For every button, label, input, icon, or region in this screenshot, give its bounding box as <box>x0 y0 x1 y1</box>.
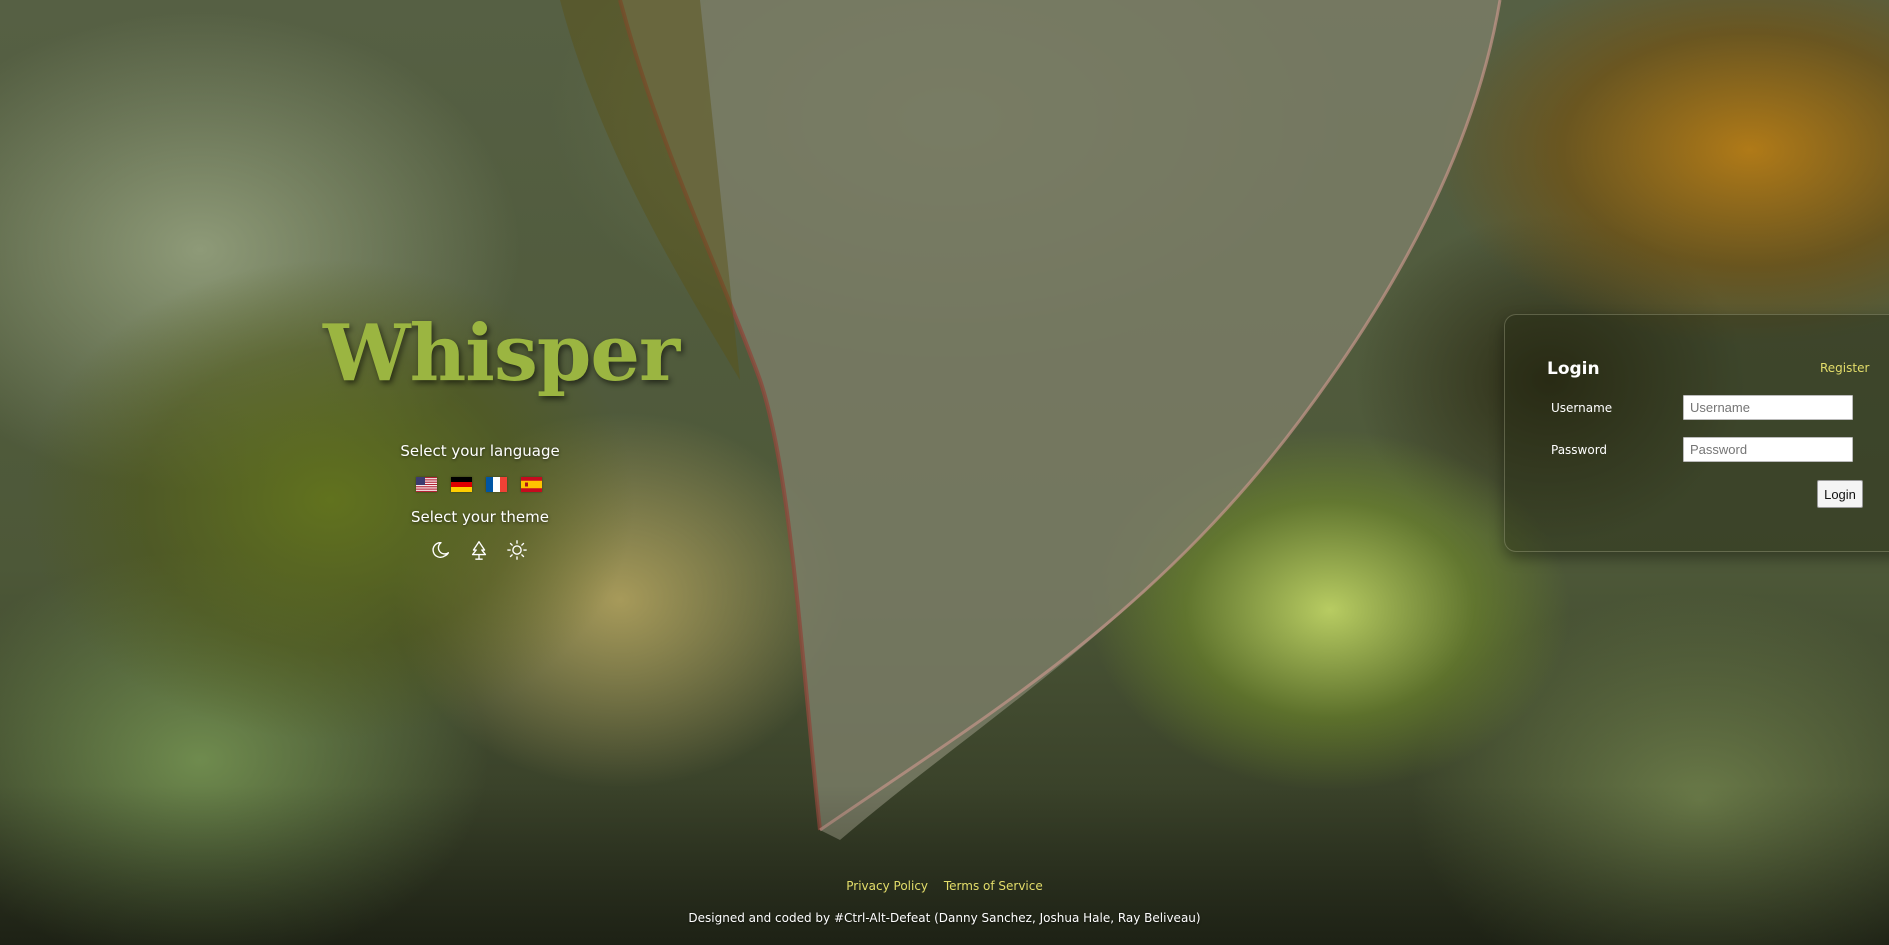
us-flag-icon[interactable] <box>416 477 437 492</box>
login-panel: Login Register Username Password Login <box>1504 314 1889 552</box>
register-link[interactable]: Register <box>1820 361 1869 375</box>
language-label: Select your language <box>400 442 560 460</box>
german-flag-icon[interactable] <box>451 477 472 492</box>
app-title: Whisper <box>323 308 680 399</box>
footer-credits: Designed and coded by #Ctrl-Alt-Defeat (… <box>688 911 1201 925</box>
username-label: Username <box>1551 401 1613 415</box>
footer-links: Privacy Policy Terms of Service <box>0 879 1889 893</box>
moon-icon[interactable] <box>430 539 452 561</box>
login-title: Login <box>1547 359 1600 379</box>
language-selector <box>416 477 542 492</box>
password-label: Password <box>1551 443 1608 457</box>
privacy-policy-link[interactable]: Privacy Policy <box>846 879 928 893</box>
login-button[interactable]: Login <box>1817 480 1863 508</box>
theme-label: Select your theme <box>411 508 549 526</box>
sun-icon[interactable] <box>506 539 528 561</box>
terms-of-service-link[interactable]: Terms of Service <box>944 879 1043 893</box>
tree-icon[interactable] <box>468 539 490 561</box>
username-input[interactable] <box>1683 395 1853 420</box>
spanish-flag-icon[interactable] <box>521 477 542 492</box>
password-input[interactable] <box>1683 437 1853 462</box>
french-flag-icon[interactable] <box>486 477 507 492</box>
theme-selector <box>430 539 528 561</box>
